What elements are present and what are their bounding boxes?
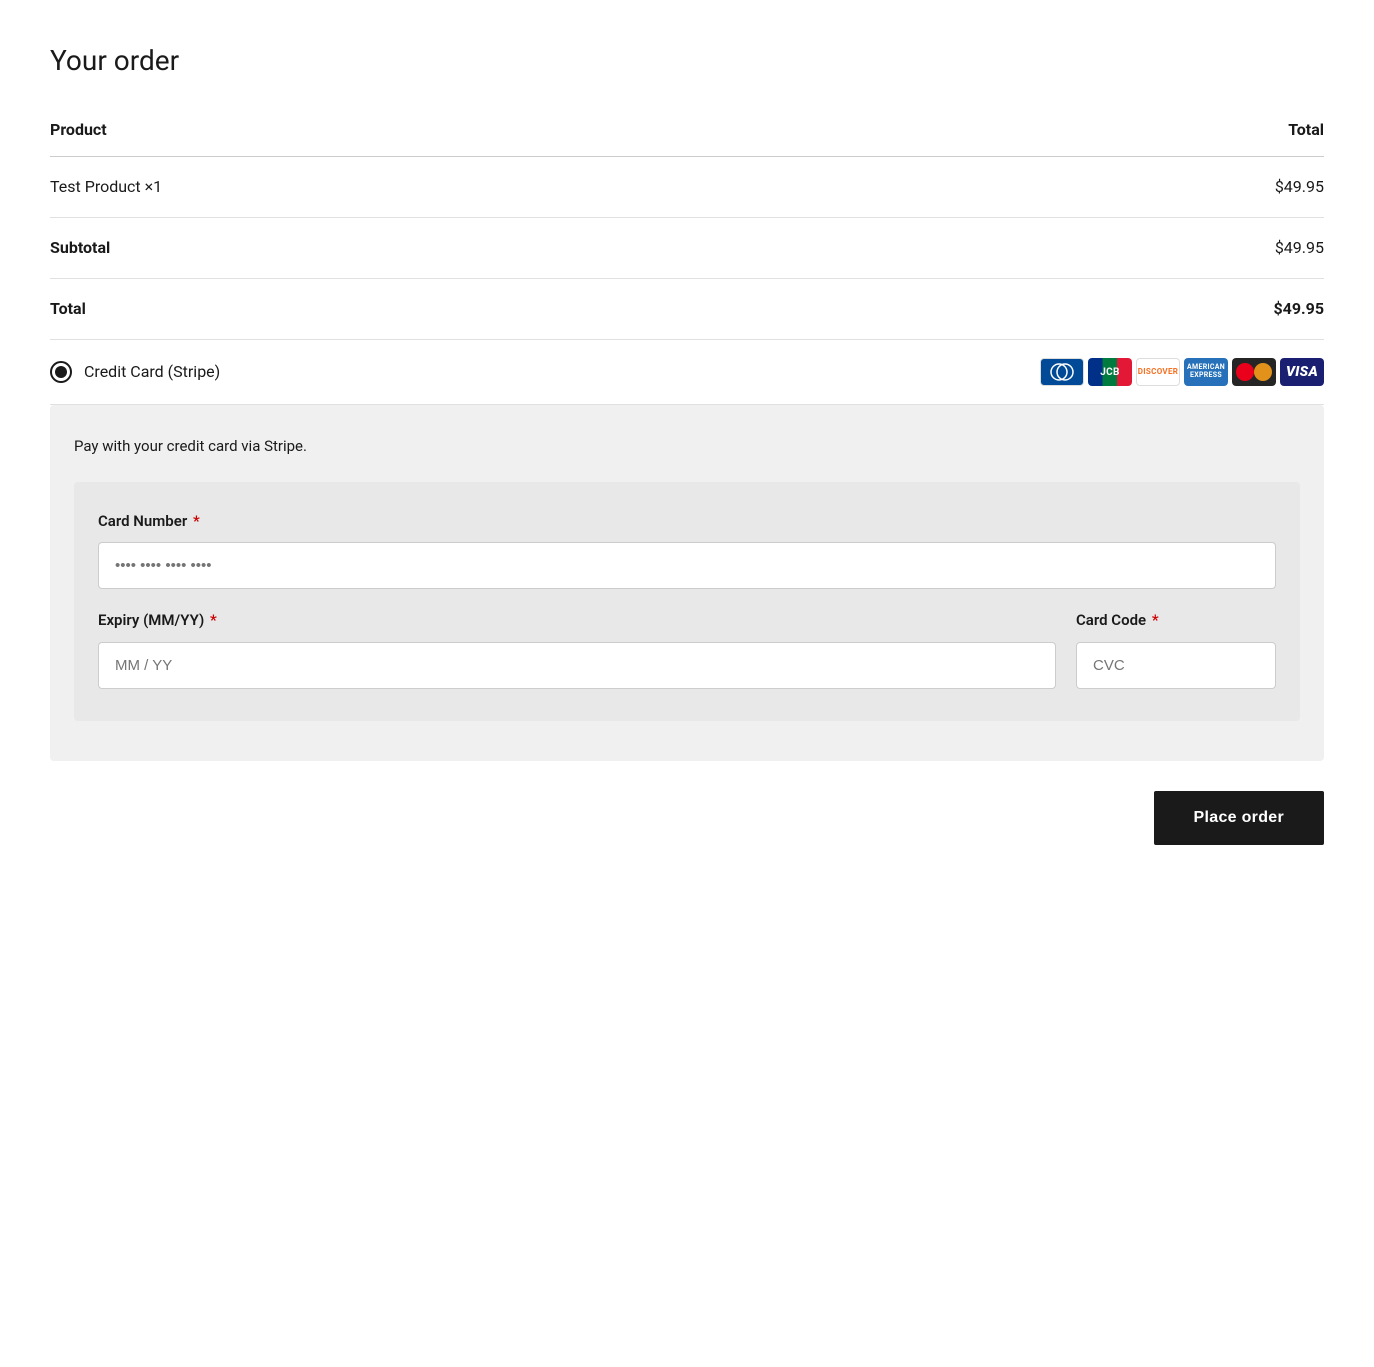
visa-icon: VISA bbox=[1280, 358, 1324, 386]
subtotal-value: $49.95 bbox=[1275, 238, 1324, 257]
radio-inner bbox=[55, 366, 67, 378]
table-row-subtotal: Subtotal $49.95 bbox=[50, 218, 1324, 279]
cvc-group: Card Code * bbox=[1076, 609, 1276, 689]
credit-card-radio[interactable] bbox=[50, 361, 72, 383]
amex-icon: AMERICANEXPRESS bbox=[1184, 358, 1228, 386]
diners-icon bbox=[1040, 358, 1084, 386]
product-price-cell: $49.95 bbox=[527, 157, 1324, 218]
cvc-required: * bbox=[1148, 611, 1158, 629]
expiry-input[interactable] bbox=[98, 642, 1056, 689]
product-name: Test Product bbox=[50, 177, 141, 196]
product-quantity-value: ×1 bbox=[145, 177, 163, 196]
subtotal-label-cell: Subtotal bbox=[50, 218, 527, 279]
card-number-label: Card Number * bbox=[98, 510, 1276, 533]
payment-method-cell: Credit Card (Stripe) bbox=[50, 340, 527, 405]
page-title: Your order bbox=[50, 40, 1324, 82]
payment-method-label: Credit Card (Stripe) bbox=[84, 360, 220, 384]
stripe-panel: Pay with your credit card via Stripe. Ca… bbox=[50, 405, 1324, 761]
total-label: Total bbox=[50, 299, 86, 318]
mastercard-icon bbox=[1232, 358, 1276, 386]
total-value-cell: $49.95 bbox=[527, 279, 1324, 340]
card-number-group: Card Number * bbox=[98, 510, 1276, 590]
expiry-group: Expiry (MM/YY) * bbox=[98, 609, 1056, 689]
card-icons-group: JCB DISCOVER AMERICANEXPRESS VISA bbox=[527, 358, 1324, 386]
payment-method-row: Credit Card (Stripe) JCB bbox=[50, 340, 1324, 405]
place-order-row: Place order bbox=[50, 791, 1324, 845]
total-value: $49.95 bbox=[1273, 299, 1324, 318]
cvc-input[interactable] bbox=[1076, 642, 1276, 689]
card-number-required: * bbox=[189, 512, 199, 530]
table-row-product: Test Product ×1 $49.95 bbox=[50, 157, 1324, 218]
expiry-required: * bbox=[206, 611, 216, 629]
card-number-input[interactable] bbox=[98, 542, 1276, 589]
order-table: Product Total Test Product ×1 $49.95 Sub… bbox=[50, 118, 1324, 405]
place-order-button[interactable]: Place order bbox=[1154, 791, 1324, 845]
subtotal-label: Subtotal bbox=[50, 238, 110, 257]
stripe-description: Pay with your credit card via Stripe. bbox=[74, 435, 1300, 458]
table-row-total: Total $49.95 bbox=[50, 279, 1324, 340]
jcb-icon: JCB bbox=[1088, 358, 1132, 386]
expiry-cvc-row: Expiry (MM/YY) * Card Code * bbox=[98, 609, 1276, 689]
subtotal-value-cell: $49.95 bbox=[527, 218, 1324, 279]
expiry-label: Expiry (MM/YY) * bbox=[98, 609, 1056, 632]
cvc-label: Card Code * bbox=[1076, 609, 1276, 632]
page-container: Your order Product Total Test Product ×1… bbox=[0, 0, 1374, 905]
discover-icon: DISCOVER bbox=[1136, 358, 1180, 386]
column-header-total: Total bbox=[527, 118, 1324, 157]
total-label-cell: Total bbox=[50, 279, 527, 340]
stripe-form: Card Number * Expiry (MM/YY) * Card Code… bbox=[74, 482, 1300, 721]
card-icons-cell: JCB DISCOVER AMERICANEXPRESS VISA bbox=[527, 340, 1324, 405]
product-name-cell: Test Product ×1 bbox=[50, 157, 527, 218]
column-header-product: Product bbox=[50, 118, 527, 157]
